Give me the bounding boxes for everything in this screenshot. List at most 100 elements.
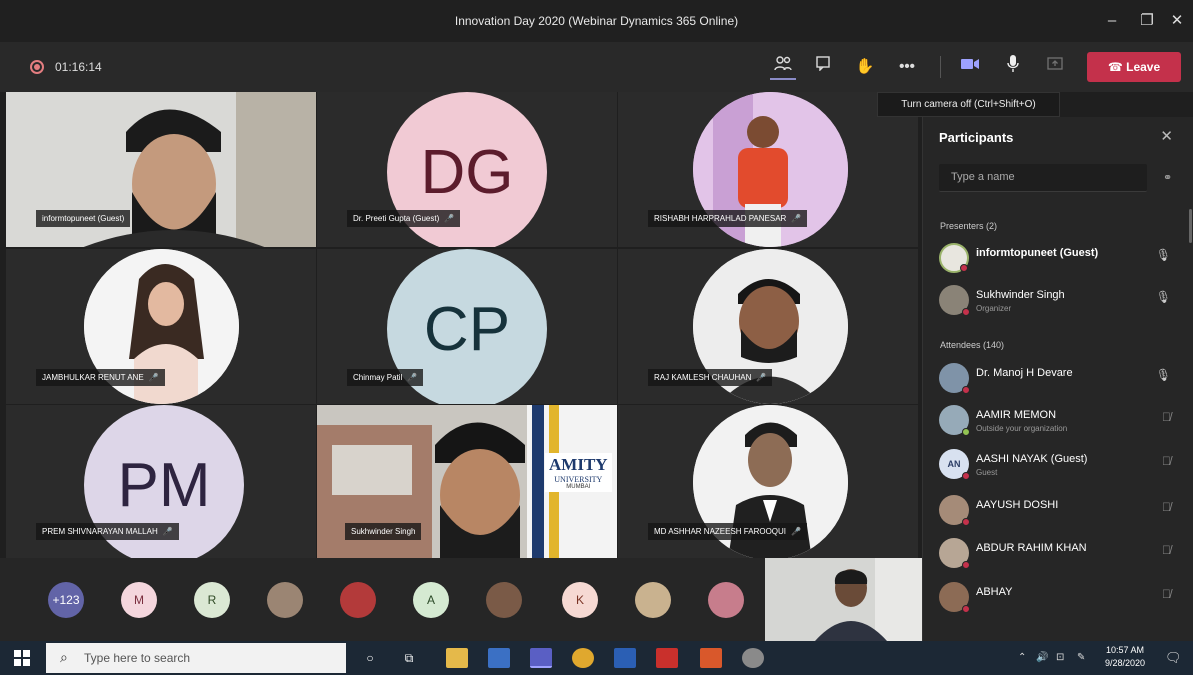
mic-off-icon: 🎙̸ [1162, 587, 1171, 601]
powerpoint-icon[interactable] [700, 648, 722, 668]
video-tile[interactable]: AMITY UNIVERSITY MUMBAI Sukhwinder Singh [317, 405, 617, 558]
avatar [939, 363, 970, 394]
video-tile[interactable]: RISHABH HARPRAHLAD PANESAR 🎤 [618, 92, 918, 247]
panel-scrollbar[interactable] [1189, 209, 1192, 243]
app-icon[interactable] [742, 648, 764, 668]
video-tile[interactable]: DG Dr. Preeti Gupta (Guest) 🎤 [317, 92, 617, 247]
strip-avatar[interactable] [267, 582, 303, 618]
pen-icon[interactable]: ✎ [1077, 652, 1085, 663]
mic-icon: 🎤 [756, 373, 767, 382]
mic-icon: 🎙 [1155, 290, 1171, 304]
video-tile[interactable]: MD ASHHAR NAZEESH FAROOQUI 🎤 [618, 405, 918, 558]
mic-icon: 🎤 [791, 527, 801, 536]
strip-avatar[interactable]: A [413, 582, 449, 618]
avatar-initials: DG [420, 137, 514, 207]
mic-icon: 🎙 [1155, 248, 1171, 262]
attendees-header[interactable]: Attendees (140) [940, 340, 1004, 350]
invite-icon[interactable]: ⚭ [1163, 171, 1172, 184]
video-tile[interactable]: JAMBHULKAR RENUT ANE 🎤 [6, 249, 316, 404]
presenters-header[interactable]: Presenters (2) [940, 221, 997, 231]
participant-name: RISHABH HARPRAHLAD PANESAR 🎤 [648, 210, 808, 227]
mic-off-icon: 🎙̸ [1162, 500, 1171, 514]
strip-avatar[interactable] [340, 582, 376, 618]
mic-off-icon: 🎙̸ [1162, 410, 1171, 424]
search-icon: ⌕ [60, 649, 68, 665]
teams-icon[interactable] [530, 648, 552, 668]
avatar [939, 405, 970, 436]
window-title: Innovation Day 2020 (Webinar Dynamics 36… [454, 14, 739, 28]
participant-name: PREM SHIVNARAYAN MALLAH 🎤 [36, 523, 179, 540]
close-icon[interactable]: ✕ [1160, 127, 1173, 145]
mic-icon: 🎤 [162, 527, 173, 536]
chevron-up-icon[interactable]: ⌃ [1018, 652, 1026, 663]
participant-row[interactable]: AAMIR MEMON Outside your organization 🎙̸ [939, 402, 1179, 442]
recording-icon [30, 60, 44, 74]
participants-panel: Participants ✕ Type a name ⚭ Presenters … [922, 117, 1193, 641]
strip-avatar[interactable] [635, 582, 671, 618]
cortana-icon[interactable]: ○ [359, 648, 381, 668]
strip-avatar[interactable]: M [121, 582, 157, 618]
system-clock[interactable]: 10:57 AM 9/28/2020 [1097, 644, 1153, 670]
participant-row[interactable]: AAYUSH DOSHI 🎙̸ [939, 492, 1179, 532]
avatar [939, 538, 970, 569]
avatar [939, 285, 970, 316]
chrome-icon[interactable] [572, 648, 594, 668]
meeting-timer: 01:16:14 [55, 60, 102, 74]
participant-row[interactable]: AN AASHI NAYAK (Guest) Guest 🎙̸ [939, 446, 1179, 486]
windows-start-icon[interactable] [14, 650, 30, 666]
participant-name: MD ASHHAR NAZEESH FAROOQUI 🎤 [648, 523, 807, 540]
participant-name: Chinmay Patil 🎤 [347, 369, 424, 386]
strip-avatar[interactable] [486, 582, 522, 618]
mic-icon: 🎤 [444, 214, 455, 223]
app-icon[interactable] [488, 648, 510, 668]
mic-icon[interactable] [1000, 54, 1026, 80]
video-grid: informtopuneet (Guest) DG Dr. Preeti Gup… [0, 92, 922, 558]
participant-search-input[interactable]: Type a name [939, 164, 1147, 192]
speaker-icon[interactable]: 🔊 [1036, 652, 1048, 663]
participant-row[interactable]: Sukhwinder Singh Organizer 🎙 [939, 282, 1179, 322]
strip-avatar[interactable] [708, 582, 744, 618]
mic-icon: 🎤 [148, 373, 159, 382]
video-tile[interactable]: informtopuneet (Guest) [6, 92, 316, 247]
video-tile[interactable]: CP Chinmay Patil 🎤 [317, 249, 617, 404]
overflow-count[interactable]: +123 [48, 582, 84, 618]
strip-avatar[interactable]: K [562, 582, 598, 618]
close-icon[interactable]: ✕ [1165, 10, 1189, 32]
camera-tooltip: Turn camera off (Ctrl+Shift+O) [877, 92, 1060, 117]
self-view[interactable] [765, 558, 922, 641]
taskbar-search-input[interactable]: ⌕ Type here to search [46, 643, 346, 673]
meeting-toolbar: 01:16:14 ✋ ••• ☎ Leave [0, 42, 1193, 92]
participant-row[interactable]: ABHAY 🎙̸ [939, 579, 1179, 619]
word-icon[interactable] [614, 648, 636, 668]
chat-icon[interactable] [810, 54, 836, 80]
minimize-icon[interactable]: – [1100, 10, 1124, 32]
pdf-icon[interactable] [656, 648, 678, 668]
video-tile[interactable]: RAJ KAMLESH CHAUHAN 🎤 [618, 249, 918, 404]
participant-row[interactable]: informtopuneet (Guest) 🎙 [939, 240, 1179, 280]
strip-avatar[interactable]: R [194, 582, 230, 618]
title-bar: Innovation Day 2020 (Webinar Dynamics 36… [0, 0, 1193, 42]
hangup-icon: ☎ [1107, 60, 1123, 74]
toolbar-divider [940, 56, 941, 78]
avatar [939, 582, 970, 613]
video-tile[interactable]: PM PREM SHIVNARAYAN MALLAH 🎤 [6, 405, 316, 558]
hand-icon[interactable]: ✋ [852, 54, 878, 80]
participant-row[interactable]: ABDUR RAHIM KHAN 🎙̸ [939, 535, 1179, 575]
participant-strip: +123 M R A K [0, 558, 765, 641]
mic-icon: 🎤 [407, 373, 418, 382]
participant-row[interactable]: Dr. Manoj H Devare 🎙 [939, 360, 1179, 400]
avatar-initials: CP [423, 294, 511, 364]
restore-icon[interactable]: ❐ [1135, 10, 1159, 32]
share-icon[interactable] [1042, 54, 1068, 80]
participant-name: Dr. Preeti Gupta (Guest) 🎤 [347, 210, 461, 227]
more-icon[interactable]: ••• [894, 54, 920, 80]
file-explorer-icon[interactable] [446, 648, 468, 668]
camera-icon[interactable] [957, 54, 983, 80]
avatar-initials: PM [117, 450, 211, 520]
task-view-icon[interactable]: ⧉ [398, 648, 420, 668]
network-icon[interactable]: ⊡ [1056, 652, 1064, 663]
leave-button[interactable]: ☎ Leave [1087, 52, 1181, 82]
participant-name: RAJ KAMLESH CHAUHAN 🎤 [648, 369, 773, 386]
people-icon[interactable] [770, 54, 796, 80]
notifications-icon[interactable]: 🗨 [1165, 650, 1182, 666]
